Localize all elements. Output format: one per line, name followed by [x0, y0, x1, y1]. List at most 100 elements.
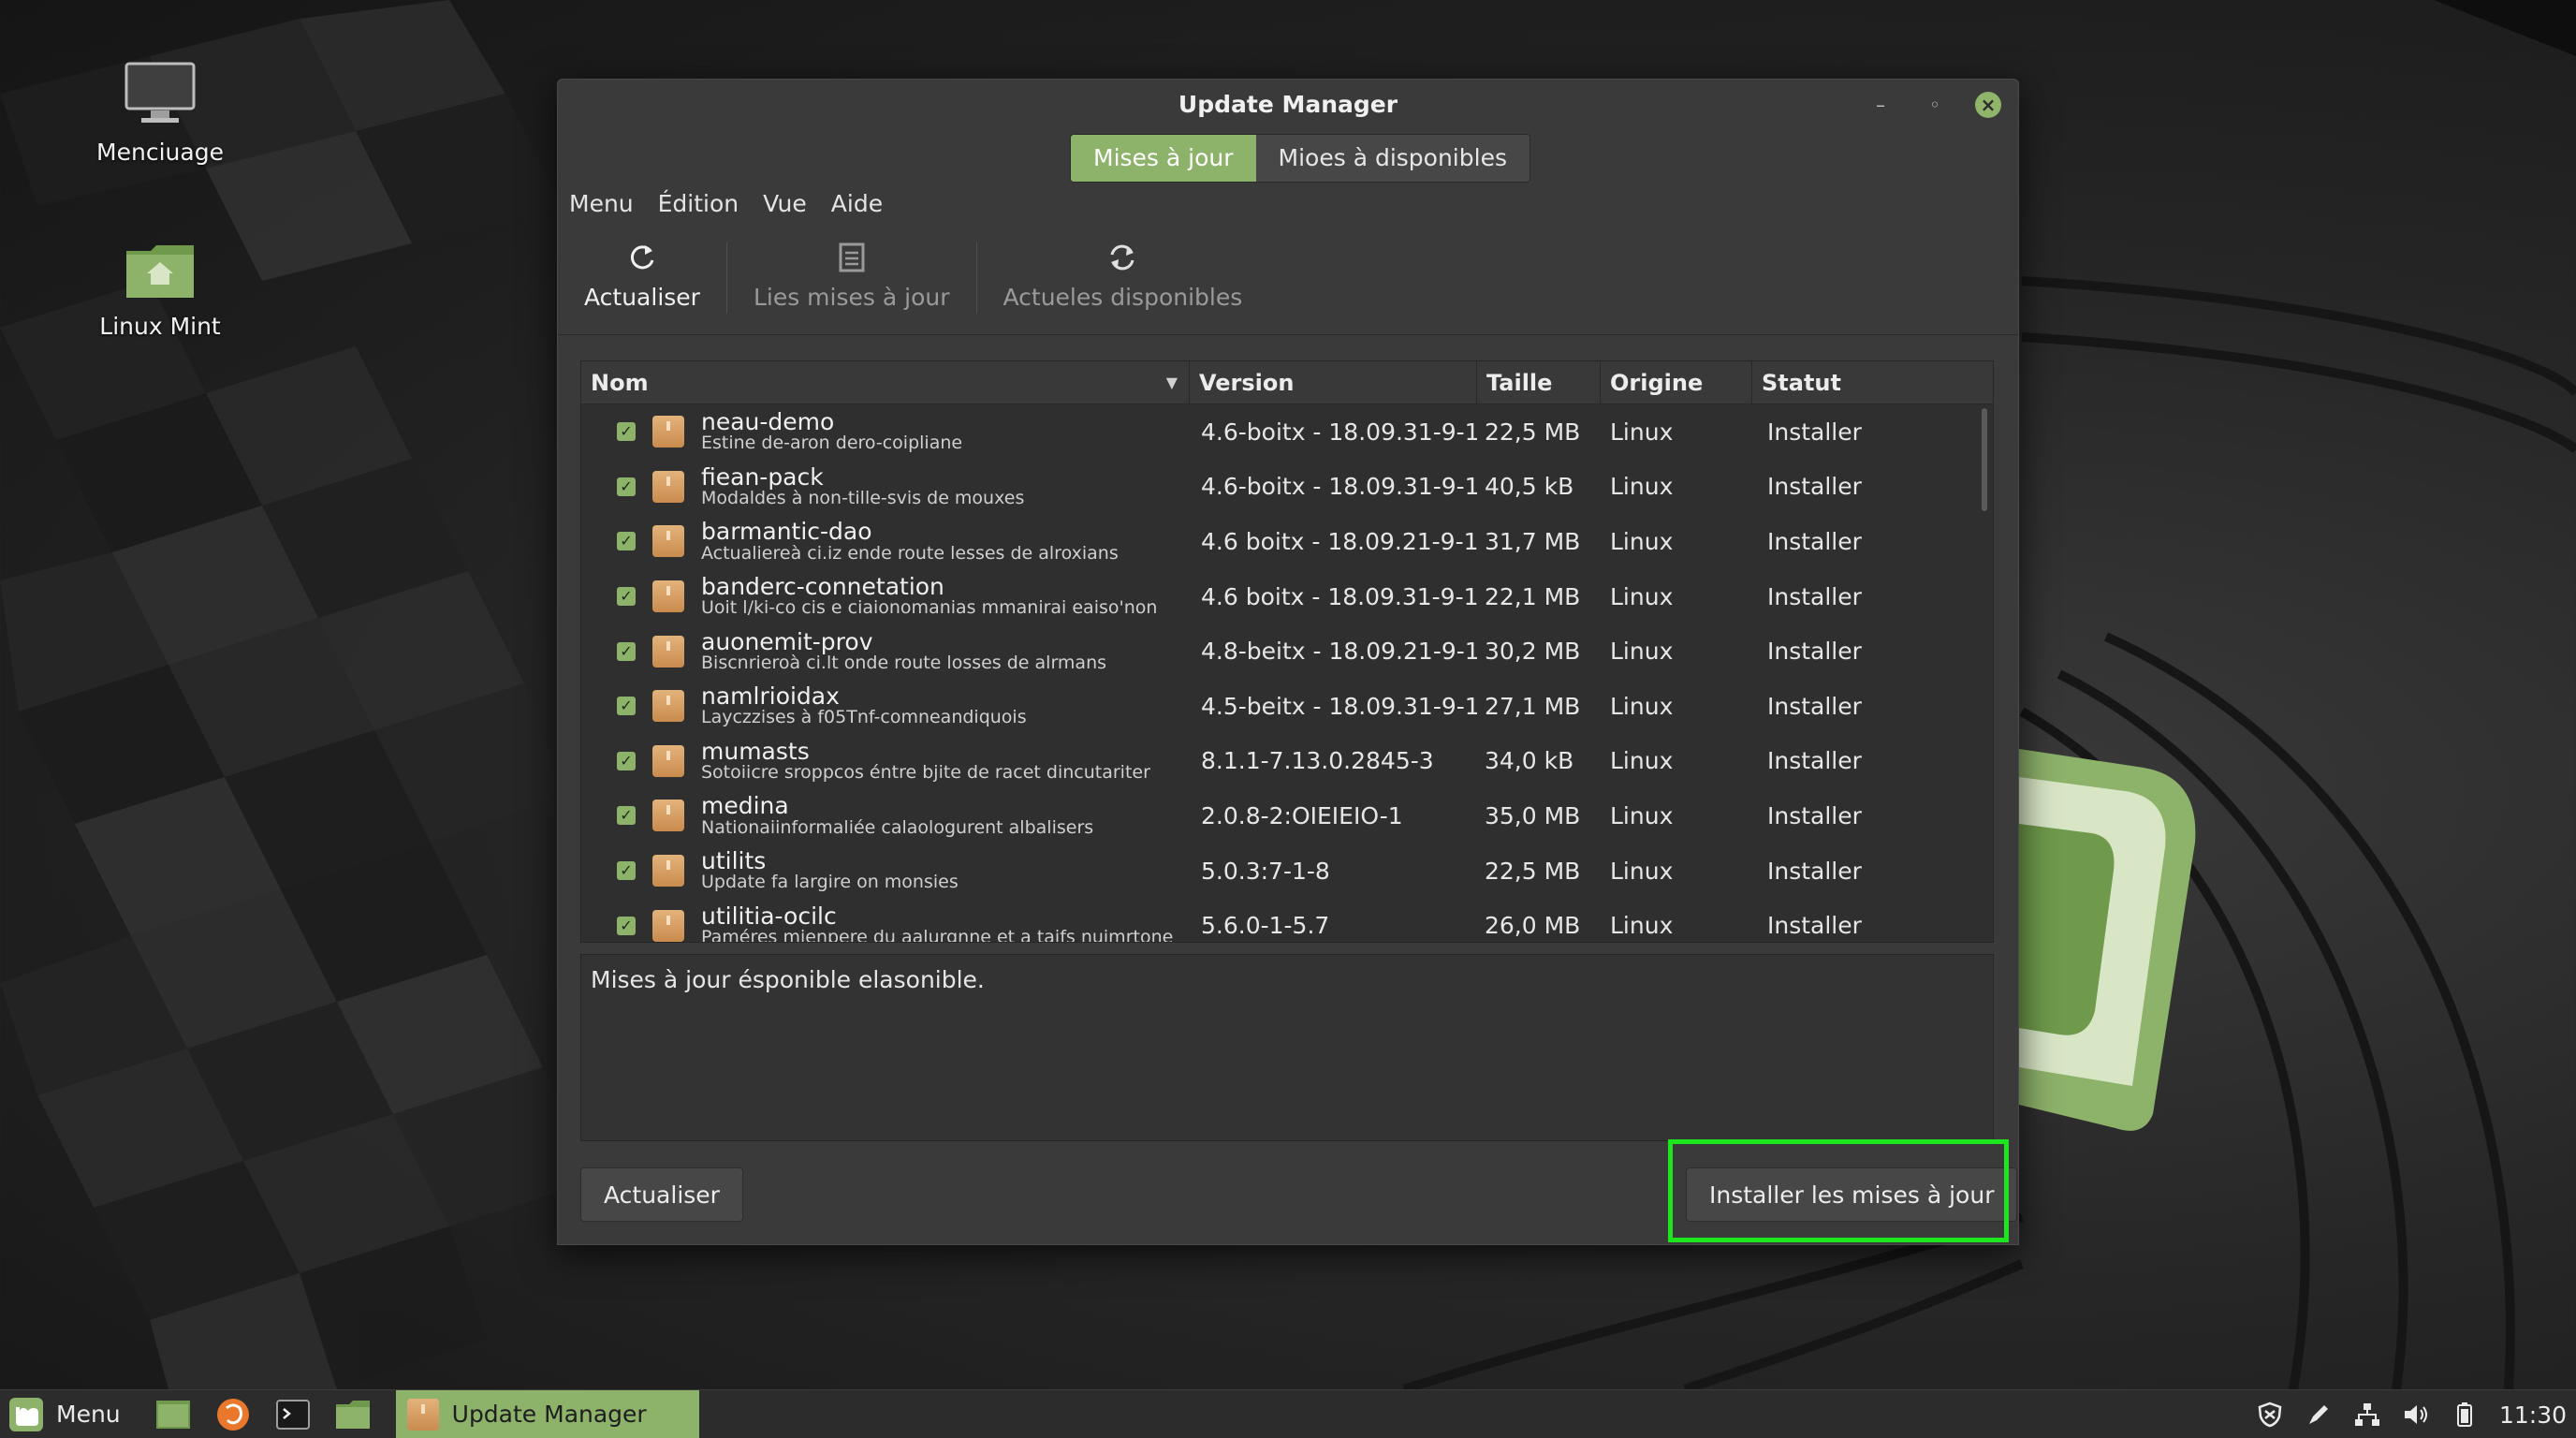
window-controls: – ◦ ×	[1866, 91, 2001, 119]
column-header-status[interactable]: Statut	[1752, 361, 1993, 404]
window-title: Update Manager	[1178, 91, 1398, 118]
cell-version: 2.0.8-2:OIEIEIO-1	[1201, 801, 1403, 829]
table-row[interactable]: ✓ mumasts Sotoiicre sroppcos éntre bjite d…	[581, 734, 1993, 789]
cell-origin: Linux	[1610, 801, 1674, 829]
package-description: Sotoiicre sroppcos éntre bjite de racet …	[701, 762, 1150, 784]
package-name: medina	[701, 792, 789, 820]
cell-size: 22,5 MB	[1485, 418, 1581, 446]
package-checkbox[interactable]: ✓	[617, 422, 636, 442]
toolbar-label: Lies mises à jour	[753, 284, 950, 311]
package-names: medina Nationaiinformaliée calaologurent …	[701, 794, 1093, 837]
info-text: Mises à jour ésponible elasonible.	[591, 966, 985, 993]
table-row[interactable]: ✓ namlrioidax Layczzises à f05Tnf-comneand…	[581, 679, 1993, 734]
table-row[interactable]: ✓ fiean-pack Modaldes à non-tille-svis de …	[581, 460, 1993, 515]
package-checkbox[interactable]: ✓	[617, 806, 636, 826]
menu-item-view[interactable]: Vue	[763, 190, 807, 217]
menu-item-edit[interactable]: Édition	[658, 190, 739, 217]
taskbar-launcher-firefox[interactable]	[212, 1394, 254, 1435]
cell-name: ✓ neau-demo Estine de-aron dero-coipliane	[581, 408, 1190, 453]
table-row[interactable]: ✓ auonemit-prov Biscnrieroà ci.lt onde rou…	[581, 624, 1993, 679]
cell-status: Installer	[1767, 418, 1862, 446]
package-checkbox[interactable]: ✓	[617, 697, 636, 716]
cell-name: ✓ mumasts Sotoiicre sroppcos éntre bjite d…	[581, 739, 1190, 784]
cell-status: Installer	[1767, 857, 1862, 885]
package-description: Uoit l/ki-co cis e ciaionomanias mmanira…	[701, 597, 1158, 619]
cell-name: ✓ barmantic-dao Actualiereà ci.iz ende rou…	[581, 520, 1190, 563]
table-scrollbar[interactable]	[1982, 408, 1987, 511]
taskbar-launcher-files[interactable]	[332, 1394, 373, 1435]
package-checkbox[interactable]: ✓	[617, 587, 636, 607]
network-icon[interactable]	[2353, 1401, 2381, 1429]
table-row[interactable]: ✓ banderc-connetation Uoit l/ki-co cis e c…	[581, 569, 1993, 624]
toolbar-divider	[558, 334, 2018, 335]
cell-name: ✓ utilits Update fa largire on monsies	[581, 846, 1190, 893]
cell-origin: Linux	[1610, 638, 1674, 666]
package-icon	[652, 525, 684, 558]
package-names: fiean-pack Modaldes à non-tille-svis de m…	[701, 462, 1025, 509]
toolbar-refresh-button[interactable]: Actualiser	[569, 239, 715, 317]
desktop-icon-home-folder[interactable]: Linux Mint	[57, 242, 263, 340]
cell-status: Installer	[1767, 801, 1862, 829]
package-checkbox[interactable]: ✓	[617, 532, 636, 551]
desktop-icon-computer[interactable]: Menciuage	[57, 60, 263, 166]
toolbar-history-button[interactable]: Lies mises à jour	[739, 239, 965, 317]
menu-item-menu[interactable]: Menu	[569, 190, 634, 217]
monitor-icon	[124, 62, 196, 123]
package-name: utilits	[701, 846, 767, 874]
cell-status: Installer	[1767, 473, 1862, 501]
toolbar-sources-button[interactable]: Actueles disponibles	[988, 239, 1258, 317]
refresh-icon	[626, 239, 658, 276]
taskbar-window-update-manager[interactable]: Update Manager	[395, 1389, 699, 1438]
close-button[interactable]: ×	[1975, 92, 2001, 118]
package-description: Modaldes à non-tille-svis de mouxes	[701, 488, 1025, 509]
minimize-button[interactable]: –	[1866, 91, 1895, 119]
taskbar-menu-button[interactable]: Menu	[0, 1396, 121, 1433]
package-name: neau-demo	[701, 408, 835, 436]
pen-icon[interactable]	[2305, 1401, 2333, 1429]
table-row[interactable]: ✓ barmantic-dao Actualiereà ci.iz ende rou…	[581, 514, 1993, 569]
package-names: auonemit-prov Biscnrieroà ci.lt onde rout…	[701, 629, 1106, 673]
tab-available[interactable]: Mioes à disponibles	[1255, 135, 1530, 182]
cell-origin: Linux	[1610, 527, 1674, 555]
package-description: Actualiereà ci.iz ende route lesses de a…	[701, 542, 1119, 564]
maximize-button[interactable]: ◦	[1921, 91, 1949, 119]
package-checkbox[interactable]: ✓	[617, 477, 636, 496]
package-name: fiean-pack	[701, 462, 824, 491]
column-header-name[interactable]: Nom ▼	[581, 361, 1190, 404]
terminal-icon	[275, 1399, 310, 1430]
package-icon	[652, 416, 684, 448]
package-checkbox[interactable]: ✓	[617, 861, 636, 881]
toolbar-separator	[975, 242, 977, 314]
sync-icon	[1106, 239, 1138, 276]
cell-version: 8.1.1-7.13.0.2845-3	[1201, 747, 1434, 775]
table-row[interactable]: ✓ utilits Update fa largire on monsies 5.0.…	[581, 844, 1993, 899]
table-row[interactable]: ✓ medina Nationaiinformaliée calaologurent…	[581, 788, 1993, 844]
package-checkbox[interactable]: ✓	[617, 751, 636, 770]
column-header-version[interactable]: Version	[1190, 361, 1477, 404]
refresh-button[interactable]: Actualiser	[580, 1167, 743, 1222]
cell-origin: Linux	[1610, 582, 1674, 610]
stack-switcher: Mises à jour Mioes à disponibles	[1070, 134, 1530, 183]
shield-icon[interactable]	[2256, 1401, 2284, 1429]
column-header-origin[interactable]: Origine	[1601, 361, 1752, 404]
sort-down-icon: ▼	[1165, 374, 1178, 391]
package-description: Update fa largire on monsies	[701, 872, 959, 893]
package-checkbox[interactable]: ✓	[617, 641, 636, 661]
column-header-size[interactable]: Taille	[1477, 361, 1601, 404]
volume-icon[interactable]	[2402, 1401, 2430, 1429]
table-row[interactable]: ✓ utilitia-ocilc Paméres mienpere du aalur…	[581, 898, 1993, 942]
cell-status: Installer	[1767, 527, 1862, 555]
package-icon	[652, 580, 684, 613]
taskbar-launcher-terminal[interactable]	[272, 1394, 314, 1435]
menu-item-help[interactable]: Aide	[831, 190, 883, 217]
tab-updates[interactable]: Mises à jour	[1071, 135, 1256, 182]
package-name: banderc-connetation	[701, 572, 944, 600]
table-row[interactable]: ✓ neau-demo Estine de-aron dero-coipliane 4…	[581, 404, 1993, 460]
package-icon	[652, 744, 684, 777]
package-checkbox[interactable]: ✓	[617, 916, 636, 935]
clock[interactable]: 11:30	[2499, 1401, 2567, 1429]
taskbar-launcher-desktop[interactable]	[153, 1394, 194, 1435]
titlebar[interactable]: Update Manager – ◦ ×	[558, 80, 2018, 132]
battery-icon[interactable]	[2451, 1401, 2479, 1429]
cell-version: 5.6.0-1-5.7	[1201, 912, 1330, 940]
